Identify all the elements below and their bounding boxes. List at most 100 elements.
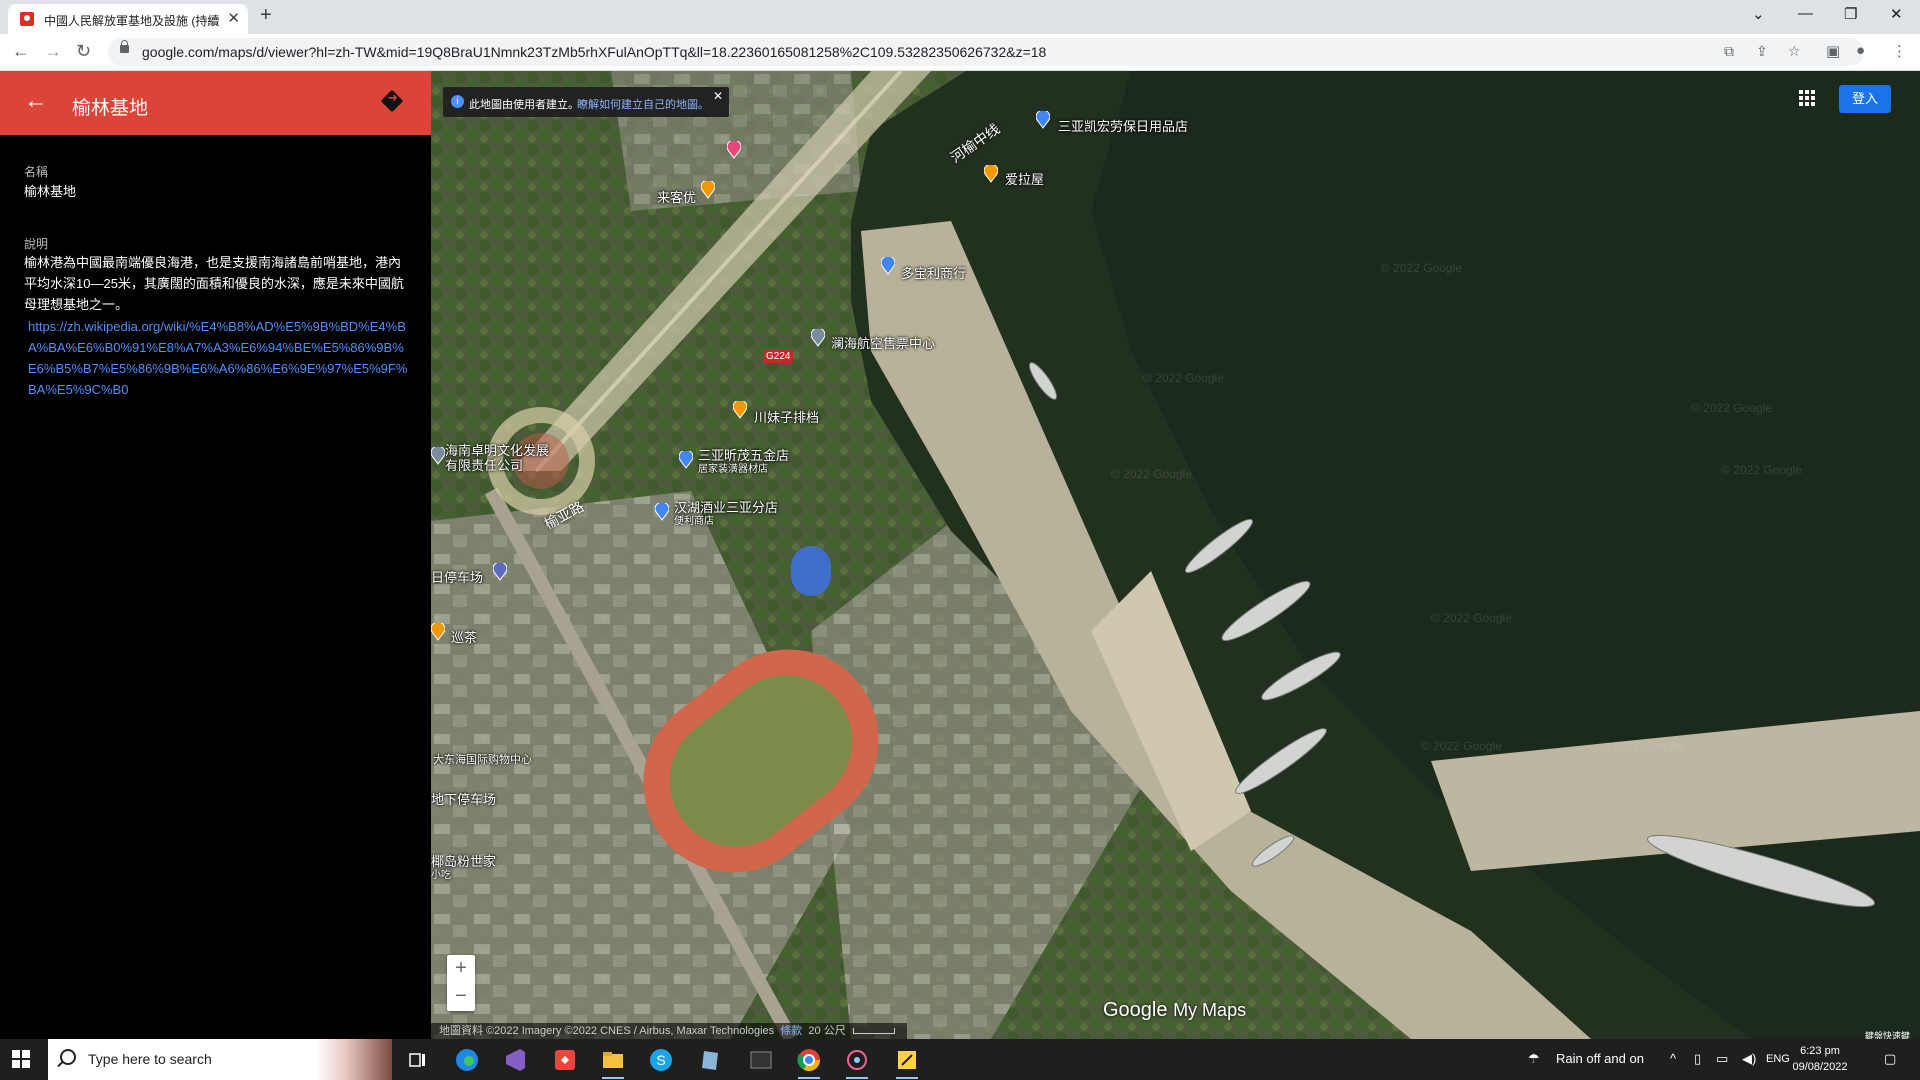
sign-in-button[interactable]: 登入 bbox=[1839, 85, 1891, 113]
windows-taskbar: Type here to search S ☂ Rain off and on … bbox=[0, 1039, 1920, 1080]
skype-icon[interactable]: S bbox=[646, 1045, 676, 1075]
poi-label[interactable]: 川妹子排档 bbox=[754, 407, 819, 426]
close-tab-icon[interactable]: ✕ bbox=[227, 9, 240, 27]
url-text[interactable]: google.com/maps/d/viewer?hl=zh-TW&mid=19… bbox=[142, 44, 1046, 60]
profile-icon[interactable]: ● bbox=[1856, 42, 1865, 59]
star-icon[interactable]: ☆ bbox=[1788, 43, 1801, 60]
visual-studio-icon[interactable] bbox=[500, 1045, 530, 1075]
translate-icon[interactable]: ⧉ bbox=[1724, 43, 1734, 60]
poi-label[interactable]: 海南卓明文化发展 有限责任公司 bbox=[445, 443, 549, 473]
poi-label[interactable]: 三亚昕茂五金店 居家装潢器材店 bbox=[698, 449, 789, 477]
poi-label[interactable]: 地下停车场 bbox=[431, 789, 496, 808]
show-hidden-icons-icon[interactable]: ^ bbox=[1670, 1051, 1676, 1066]
forward-icon[interactable]: → bbox=[44, 41, 62, 62]
notifications-icon[interactable]: ▢ bbox=[1884, 1051, 1896, 1067]
notice-close-icon[interactable]: ✕ bbox=[713, 89, 723, 103]
restaurant-pin-icon[interactable] bbox=[431, 623, 445, 641]
tab-title: 中國人民解放軍基地及設施 (持續 bbox=[44, 14, 219, 28]
poi-label[interactable]: 三亚凯宏劳保日用品店 bbox=[1058, 116, 1188, 135]
shopping-pin-icon[interactable] bbox=[1036, 111, 1050, 129]
lock-icon[interactable] bbox=[120, 40, 129, 53]
volume-icon[interactable]: ◀) bbox=[1742, 1051, 1756, 1067]
search-highlight-image bbox=[316, 1039, 392, 1080]
anydesk-icon[interactable] bbox=[550, 1045, 580, 1075]
name-label: 名稱 bbox=[24, 165, 49, 179]
poi-label[interactable]: 汉湖酒业三亚分店 便利商店 bbox=[674, 501, 778, 529]
place-pin-icon[interactable] bbox=[431, 447, 445, 465]
poi-label[interactable]: 澜海航空售票中心 bbox=[831, 333, 935, 352]
map-watermark: © 2022 Google bbox=[1431, 611, 1512, 625]
zoom-in-button[interactable]: + bbox=[447, 955, 475, 983]
poi-label[interactable]: 来客优 bbox=[657, 187, 696, 206]
chrome-icon[interactable] bbox=[794, 1045, 824, 1079]
attribution-text: 地圖資料 ©2022 Imagery ©2022 CNES / Airbus, … bbox=[439, 1025, 775, 1037]
poi-label[interactable]: 椰岛粉世家 小吃 bbox=[431, 855, 496, 883]
edge-icon[interactable] bbox=[452, 1045, 482, 1075]
parking-pin-icon[interactable] bbox=[493, 563, 507, 581]
poi-label[interactable]: 大东海国际购物中心 bbox=[433, 751, 532, 767]
reload-icon[interactable]: ↻ bbox=[76, 41, 91, 62]
restaurant-pin-icon[interactable] bbox=[984, 165, 998, 183]
terms-link[interactable]: 條款 bbox=[780, 1025, 802, 1037]
description-text: 榆林港為中國最南端優良海港，也是支援南海諸島前哨基地，港內平均水深10—25米，… bbox=[24, 255, 404, 312]
menu-icon[interactable]: ⋮ bbox=[1892, 42, 1907, 60]
hotel-pin-icon[interactable] bbox=[727, 141, 741, 159]
keyboard-shortcuts-link[interactable]: 鍵盤快速鍵 bbox=[1865, 1029, 1910, 1039]
extensions-icon[interactable]: ▣ bbox=[1826, 42, 1840, 60]
weather-text[interactable]: Rain off and on bbox=[1556, 1051, 1644, 1066]
shopping-pin-icon[interactable] bbox=[679, 451, 693, 469]
system-clock[interactable]: 6:23 pm 09/08/2022 bbox=[1788, 1043, 1852, 1075]
task-view-icon[interactable] bbox=[402, 1045, 432, 1075]
scale-label[interactable]: 20 公尺 bbox=[808, 1025, 845, 1037]
google-logo-text: Google bbox=[1103, 999, 1168, 1021]
restaurant-pin-icon[interactable] bbox=[701, 181, 715, 199]
description-label: 說明 bbox=[24, 237, 49, 251]
window-close-icon[interactable]: ✕ bbox=[1890, 5, 1903, 23]
wikipedia-link[interactable]: https://zh.wikipedia.org/wiki/%E4%B8%AD%… bbox=[24, 316, 409, 400]
snipping-tool-icon[interactable] bbox=[842, 1045, 872, 1079]
language-indicator[interactable]: ENG bbox=[1766, 1053, 1790, 1065]
weather-icon[interactable]: ☂ bbox=[1528, 1051, 1540, 1067]
clock-date: 09/08/2022 bbox=[1792, 1061, 1848, 1073]
panel-title: 榆林基地 bbox=[72, 98, 149, 119]
new-tab-icon[interactable]: + bbox=[260, 4, 272, 27]
address-bar[interactable]: google.com/maps/d/viewer?hl=zh-TW&mid=19… bbox=[108, 38, 1864, 66]
back-arrow-icon[interactable]: ← bbox=[24, 87, 48, 115]
shopping-pin-icon[interactable] bbox=[655, 503, 669, 521]
restore-icon[interactable]: ❐ bbox=[1844, 5, 1857, 23]
taskbar-search-box[interactable]: Type here to search bbox=[48, 1039, 392, 1080]
search-icon bbox=[60, 1049, 76, 1065]
browser-tab[interactable]: 中國人民解放軍基地及設施 (持續 ✕ bbox=[8, 4, 248, 34]
terminal-icon[interactable] bbox=[746, 1045, 776, 1075]
map-attribution: 地圖資料 ©2022 Imagery ©2022 CNES / Airbus, … bbox=[431, 1023, 907, 1039]
share-icon[interactable]: ⇪ bbox=[1756, 43, 1768, 60]
poi-label[interactable]: 爱拉屋 bbox=[1005, 169, 1044, 188]
sticky-notes-icon[interactable] bbox=[892, 1045, 922, 1079]
network-icon[interactable]: ▭ bbox=[1716, 1051, 1728, 1067]
shopping-pin-icon[interactable] bbox=[881, 257, 895, 275]
apps-grid-icon[interactable] bbox=[1798, 89, 1816, 107]
maps-favicon-icon bbox=[20, 12, 34, 26]
poi-label[interactable]: 日停车场 bbox=[431, 567, 483, 586]
tab-search-icon[interactable]: ⌄ bbox=[1752, 5, 1765, 23]
windows-start-icon[interactable] bbox=[12, 1050, 30, 1068]
poi-label[interactable]: 巡茶 bbox=[451, 627, 477, 646]
map-canvas[interactable]: © 2022 Google © 2022 Google © 2022 Googl… bbox=[431, 71, 1920, 1039]
learn-more-link[interactable]: 瞭解如何建立自己的地圖。 bbox=[577, 96, 709, 112]
minimize-icon[interactable]: — bbox=[1798, 5, 1813, 22]
restaurant-pin-icon[interactable] bbox=[733, 401, 747, 419]
map-watermark: © 2022 Google bbox=[1381, 261, 1462, 275]
poi-label[interactable]: 多宝利商行 bbox=[901, 263, 966, 282]
map-watermark: © 2022 Google bbox=[1691, 401, 1772, 415]
satellite-imagery bbox=[431, 71, 1920, 1039]
route-shield: G224 bbox=[763, 350, 794, 363]
file-explorer-icon[interactable] bbox=[598, 1045, 628, 1079]
back-icon[interactable]: ← bbox=[12, 41, 30, 62]
search-placeholder[interactable]: Type here to search bbox=[88, 1051, 212, 1067]
notes-app-icon[interactable] bbox=[696, 1045, 726, 1075]
zoom-out-button[interactable]: − bbox=[447, 983, 475, 1011]
directions-icon[interactable] bbox=[380, 89, 404, 113]
google-my-maps-logo: Google My Maps bbox=[1103, 999, 1246, 1022]
usb-icon[interactable]: ▯ bbox=[1694, 1051, 1701, 1067]
place-pin-icon[interactable] bbox=[811, 329, 825, 347]
